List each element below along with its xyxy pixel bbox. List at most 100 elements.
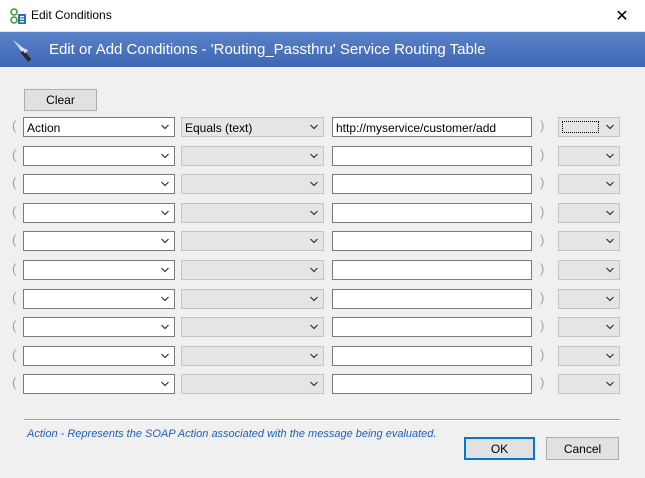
chevron-down-icon [310, 153, 318, 158]
close-paren-toggle[interactable]: ) [540, 375, 544, 390]
close-paren-toggle[interactable]: ) [540, 261, 544, 276]
chevron-down-icon [161, 153, 169, 158]
open-paren-toggle[interactable]: ( [12, 147, 16, 162]
operator-select[interactable] [181, 231, 324, 252]
operator-select[interactable] [181, 174, 324, 195]
field-select[interactable] [23, 202, 175, 223]
cancel-button[interactable]: Cancel [546, 437, 619, 460]
chevron-down-icon [606, 381, 614, 387]
value-input[interactable] [332, 231, 532, 252]
value-input[interactable]: http://myservice/customer/add [332, 117, 532, 137]
logic-select[interactable] [558, 231, 620, 252]
close-paren-toggle[interactable]: ) [540, 290, 544, 305]
condition-row: () [0, 230, 645, 252]
chevron-down-icon [161, 267, 169, 273]
banner-title: Edit or Add Conditions - 'Routing_Passth… [49, 41, 486, 58]
open-paren-toggle[interactable]: ( [12, 347, 16, 362]
close-paren-toggle[interactable]: ) [540, 204, 544, 219]
operator-select[interactable] [181, 374, 324, 395]
clear-button[interactable]: Clear [24, 89, 97, 111]
open-paren-toggle[interactable]: ( [12, 232, 16, 247]
open-paren-toggle[interactable]: ( [12, 290, 16, 305]
chevron-down-icon [310, 124, 318, 130]
window-title: Edit Conditions [31, 8, 112, 22]
value-input[interactable] [332, 374, 532, 395]
cancel-button-label: Cancel [563, 441, 602, 456]
title-bar: Edit Conditions ✕ [0, 0, 645, 32]
field-select[interactable] [23, 231, 175, 252]
open-paren-toggle[interactable]: ( [12, 175, 16, 190]
value-input[interactable] [332, 345, 532, 366]
open-paren-toggle[interactable]: ( [12, 318, 16, 333]
field-select-value: Action [27, 121, 61, 135]
chevron-down-icon [606, 124, 614, 130]
logic-select[interactable] [558, 288, 620, 309]
logic-select[interactable] [558, 174, 620, 195]
chevron-down-icon [310, 296, 318, 301]
chevron-down-icon [606, 353, 614, 359]
value-input[interactable] [332, 260, 532, 280]
chevron-down-icon [606, 324, 614, 330]
logic-select[interactable] [558, 260, 620, 280]
close-paren-toggle[interactable]: ) [540, 347, 544, 362]
operator-select[interactable] [181, 317, 324, 338]
condition-row: () [0, 345, 645, 367]
chevron-down-icon [161, 124, 169, 130]
value-input[interactable] [332, 145, 532, 166]
close-paren-toggle[interactable]: ) [540, 147, 544, 162]
divider [24, 419, 620, 421]
value-input[interactable] [332, 317, 532, 338]
condition-row: () [0, 373, 645, 395]
value-input[interactable] [332, 288, 532, 309]
close-paren-toggle[interactable]: ) [540, 175, 544, 190]
operator-select[interactable] [181, 202, 324, 223]
operator-select-value: Equals (text) [185, 121, 253, 135]
chevron-down-icon [161, 296, 169, 301]
focus-rect [562, 121, 599, 133]
field-select[interactable] [23, 145, 175, 166]
chevron-down-icon [606, 210, 614, 216]
close-button[interactable]: ✕ [599, 0, 645, 31]
field-select[interactable] [23, 345, 175, 366]
field-select[interactable]: Action [23, 117, 175, 137]
operator-select[interactable]: Equals (text) [181, 117, 324, 137]
ok-button[interactable]: OK [464, 437, 535, 460]
logic-select[interactable] [558, 345, 620, 366]
condition-row: ( Action Equals (text) http://myservice/cus… [0, 116, 645, 138]
close-paren-toggle[interactable]: ) [540, 318, 544, 333]
close-paren-toggle[interactable]: ) [540, 232, 544, 247]
field-select[interactable] [23, 374, 175, 395]
operator-select[interactable] [181, 345, 324, 366]
operator-select[interactable] [181, 288, 324, 309]
ok-button-label: OK [490, 441, 509, 456]
condition-row: () [0, 173, 645, 195]
wand-icon [13, 40, 32, 62]
field-select[interactable] [23, 288, 175, 309]
value-input-text: http://myservice/customer/add [336, 121, 497, 135]
value-input[interactable] [332, 174, 532, 195]
logic-select[interactable] [558, 202, 620, 223]
open-paren-toggle[interactable]: ( [12, 261, 16, 276]
condition-row: () [0, 288, 645, 310]
field-select[interactable] [23, 174, 175, 195]
close-paren-toggle[interactable]: ) [540, 118, 544, 133]
chevron-down-icon [606, 238, 614, 244]
chevron-down-icon [310, 353, 318, 359]
logic-select[interactable] [558, 145, 620, 166]
chevron-down-icon [161, 324, 169, 330]
logic-select[interactable] [558, 374, 620, 395]
field-select[interactable] [23, 317, 175, 338]
operator-select[interactable] [181, 145, 324, 166]
chevron-down-icon [161, 238, 169, 244]
open-paren-toggle[interactable]: ( [12, 375, 16, 390]
chevron-down-icon [606, 153, 614, 158]
field-select[interactable] [23, 260, 175, 280]
logic-select[interactable] [558, 317, 620, 338]
open-paren-toggle[interactable]: ( [12, 118, 16, 133]
chevron-down-icon [310, 210, 318, 216]
operator-select[interactable] [181, 260, 324, 280]
logic-select[interactable] [558, 117, 620, 137]
value-input[interactable] [332, 202, 532, 223]
chevron-down-icon [310, 238, 318, 244]
open-paren-toggle[interactable]: ( [12, 204, 16, 219]
